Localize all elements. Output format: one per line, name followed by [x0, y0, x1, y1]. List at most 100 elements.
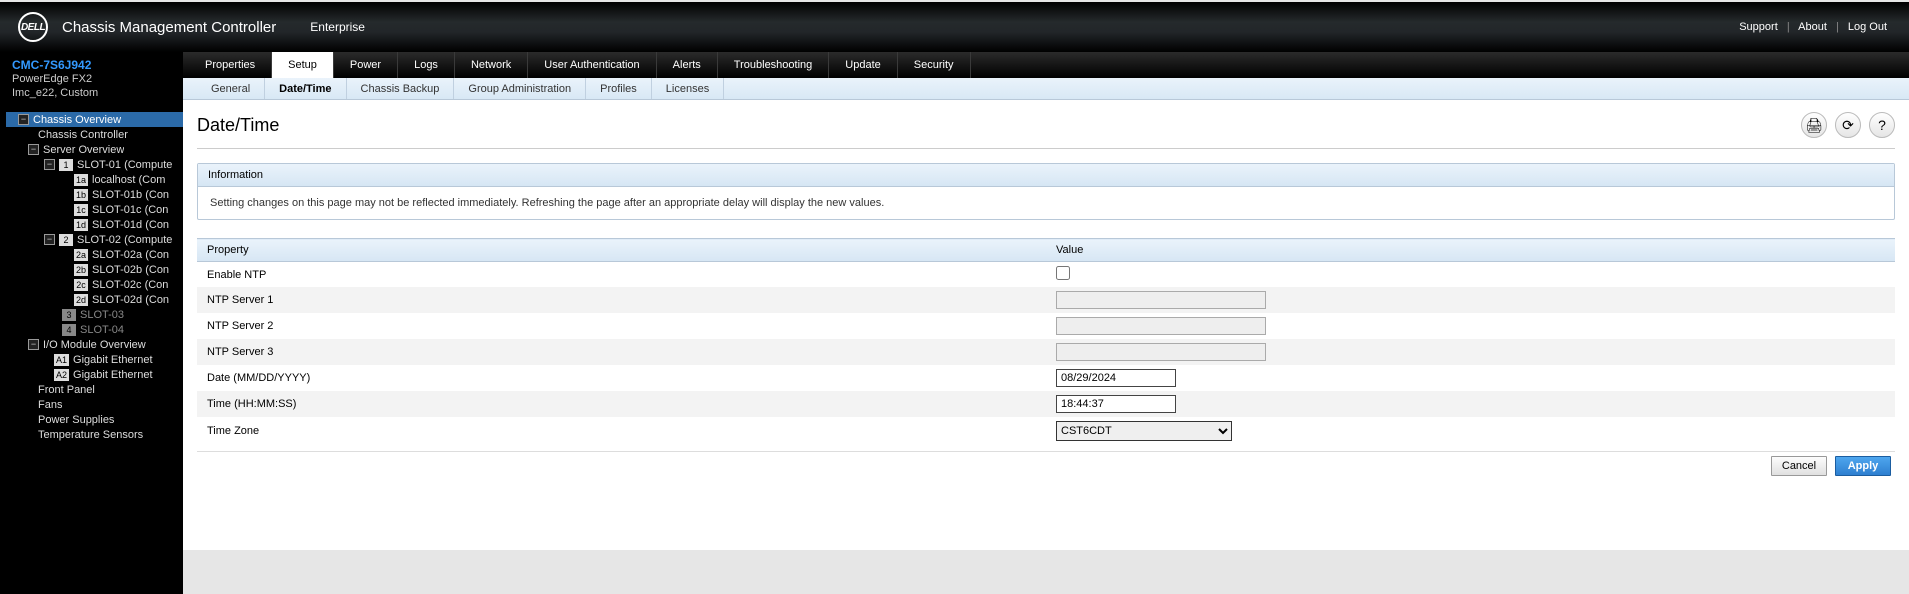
left-nav: CMC-7S6J942 PowerEdge FX2 Imc_e22, Custo…: [0, 52, 183, 594]
tab-alerts[interactable]: Alerts: [657, 52, 718, 78]
content-area: Properties Setup Power Logs Network User…: [183, 52, 1909, 594]
subtab-group-admin[interactable]: Group Administration: [454, 78, 586, 99]
tree-label: SLOT-03: [80, 309, 124, 321]
tab-user-auth[interactable]: User Authentication: [528, 52, 656, 78]
tree-label: SLOT-01c (Con: [92, 204, 168, 216]
row-label-ntp3: NTP Server 3: [197, 339, 1046, 365]
separator: |: [1787, 21, 1790, 33]
date-input[interactable]: [1056, 369, 1176, 387]
slot-badge: 1a: [74, 174, 88, 186]
tree-slot-01c[interactable]: 1c SLOT-01c (Con: [6, 202, 183, 217]
subtab-licenses[interactable]: Licenses: [652, 78, 724, 99]
nav-tree: − Chassis Overview Chassis Controller − …: [0, 108, 183, 454]
tree-slot-02c[interactable]: 2c SLOT-02c (Con: [6, 277, 183, 292]
dell-logo-icon: DELL: [18, 12, 48, 42]
slot-badge: 2d: [74, 294, 88, 306]
tree-temp-sensors[interactable]: Temperature Sensors: [6, 427, 183, 442]
tree-chassis-overview[interactable]: − Chassis Overview: [6, 112, 183, 127]
tab-security[interactable]: Security: [898, 52, 971, 78]
logout-link[interactable]: Log Out: [1848, 21, 1887, 33]
subtab-general[interactable]: General: [197, 78, 265, 99]
slot-badge: 1: [59, 159, 73, 171]
cancel-button[interactable]: Cancel: [1771, 456, 1827, 476]
row-label-ntp1: NTP Server 1: [197, 287, 1046, 313]
tree-slot-02a[interactable]: 2a SLOT-02a (Con: [6, 247, 183, 262]
tree-label: Temperature Sensors: [38, 429, 143, 441]
subtab-profiles[interactable]: Profiles: [586, 78, 652, 99]
tree-power-supplies[interactable]: Power Supplies: [6, 412, 183, 427]
tab-troubleshooting[interactable]: Troubleshooting: [718, 52, 829, 78]
tree-slot-01a[interactable]: 1a localhost (Com: [6, 172, 183, 187]
col-property: Property: [197, 239, 1046, 262]
tab-setup[interactable]: Setup: [272, 52, 334, 78]
row-label-time: Time (HH:MM:SS): [197, 391, 1046, 417]
tree-slot-02b[interactable]: 2b SLOT-02b (Con: [6, 262, 183, 277]
slot-badge: 2a: [74, 249, 88, 261]
support-link[interactable]: Support: [1739, 21, 1778, 33]
tree-front-panel[interactable]: Front Panel: [6, 382, 183, 397]
tree-slot-02[interactable]: − 2 SLOT-02 (Compute: [6, 232, 183, 247]
time-input[interactable]: [1056, 395, 1176, 413]
row-label-date: Date (MM/DD/YYYY): [197, 365, 1046, 391]
separator: |: [1836, 21, 1839, 33]
about-link[interactable]: About: [1798, 21, 1827, 33]
tree-chassis-controller[interactable]: Chassis Controller: [6, 127, 183, 142]
slot-badge: 4: [62, 324, 76, 336]
tree-label: SLOT-02d (Con: [92, 294, 169, 306]
tree-io-overview[interactable]: − I/O Module Overview: [6, 337, 183, 352]
sub-tabs: General Date/Time Chassis Backup Group A…: [183, 78, 1909, 100]
context-name: Enterprise: [310, 20, 365, 34]
ntp-server-2-input[interactable]: [1056, 317, 1266, 335]
tree-label: Gigabit Ethernet: [73, 369, 153, 381]
tab-update[interactable]: Update: [829, 52, 897, 78]
enable-ntp-checkbox[interactable]: [1056, 266, 1070, 280]
slot-badge: A1: [54, 354, 69, 366]
slot-badge: 3: [62, 309, 76, 321]
tree-slot-02d[interactable]: 2d SLOT-02d (Con: [6, 292, 183, 307]
tree-label: I/O Module Overview: [43, 339, 146, 351]
tree-label: Chassis Overview: [33, 114, 121, 126]
slot-badge: 1c: [74, 204, 88, 216]
slot-badge: 1d: [74, 219, 88, 231]
service-tag: CMC-7S6J942: [12, 58, 173, 72]
tree-label: Server Overview: [43, 144, 124, 156]
row-label-enable-ntp: Enable NTP: [197, 262, 1046, 288]
ntp-server-3-input[interactable]: [1056, 343, 1266, 361]
collapse-icon[interactable]: −: [28, 144, 39, 155]
tree-server-overview[interactable]: − Server Overview: [6, 142, 183, 157]
timezone-select[interactable]: CST6CDT: [1056, 421, 1232, 441]
tree-label: Power Supplies: [38, 414, 114, 426]
tree-slot-01b[interactable]: 1b SLOT-01b (Con: [6, 187, 183, 202]
ntp-server-1-input[interactable]: [1056, 291, 1266, 309]
tree-io-a2[interactable]: A2 Gigabit Ethernet: [6, 367, 183, 382]
tree-label: SLOT-02c (Con: [92, 279, 168, 291]
subtab-chassis-backup[interactable]: Chassis Backup: [347, 78, 455, 99]
tab-logs[interactable]: Logs: [398, 52, 455, 78]
tree-label: SLOT-02b (Con: [92, 264, 169, 276]
info-body: Setting changes on this page may not be …: [198, 187, 1894, 219]
refresh-icon[interactable]: ⟳: [1835, 112, 1861, 138]
tree-slot-04[interactable]: 4 SLOT-04: [6, 322, 183, 337]
tab-properties[interactable]: Properties: [183, 52, 272, 78]
tree-fans[interactable]: Fans: [6, 397, 183, 412]
print-icon[interactable]: 🖨: [1801, 112, 1827, 138]
tree-io-a1[interactable]: A1 Gigabit Ethernet: [6, 352, 183, 367]
model-name: PowerEdge FX2: [12, 72, 173, 86]
collapse-icon[interactable]: −: [44, 234, 55, 245]
subtab-datetime[interactable]: Date/Time: [265, 78, 346, 99]
tree-slot-03[interactable]: 3 SLOT-03: [6, 307, 183, 322]
page-title: Date/Time: [197, 115, 279, 136]
app-title: Chassis Management Controller: [62, 19, 276, 36]
info-header: Information: [198, 164, 1894, 187]
nav-header: CMC-7S6J942 PowerEdge FX2 Imc_e22, Custo…: [0, 52, 183, 108]
apply-button[interactable]: Apply: [1835, 456, 1891, 476]
collapse-icon[interactable]: −: [28, 339, 39, 350]
collapse-icon[interactable]: −: [18, 114, 29, 125]
help-icon[interactable]: ?: [1869, 112, 1895, 138]
tree-slot-01d[interactable]: 1d SLOT-01d (Con: [6, 217, 183, 232]
tab-power[interactable]: Power: [334, 52, 398, 78]
tree-slot-01[interactable]: − 1 SLOT-01 (Compute: [6, 157, 183, 172]
tab-network[interactable]: Network: [455, 52, 528, 78]
collapse-icon[interactable]: −: [44, 159, 55, 170]
button-row: Cancel Apply: [197, 451, 1895, 476]
